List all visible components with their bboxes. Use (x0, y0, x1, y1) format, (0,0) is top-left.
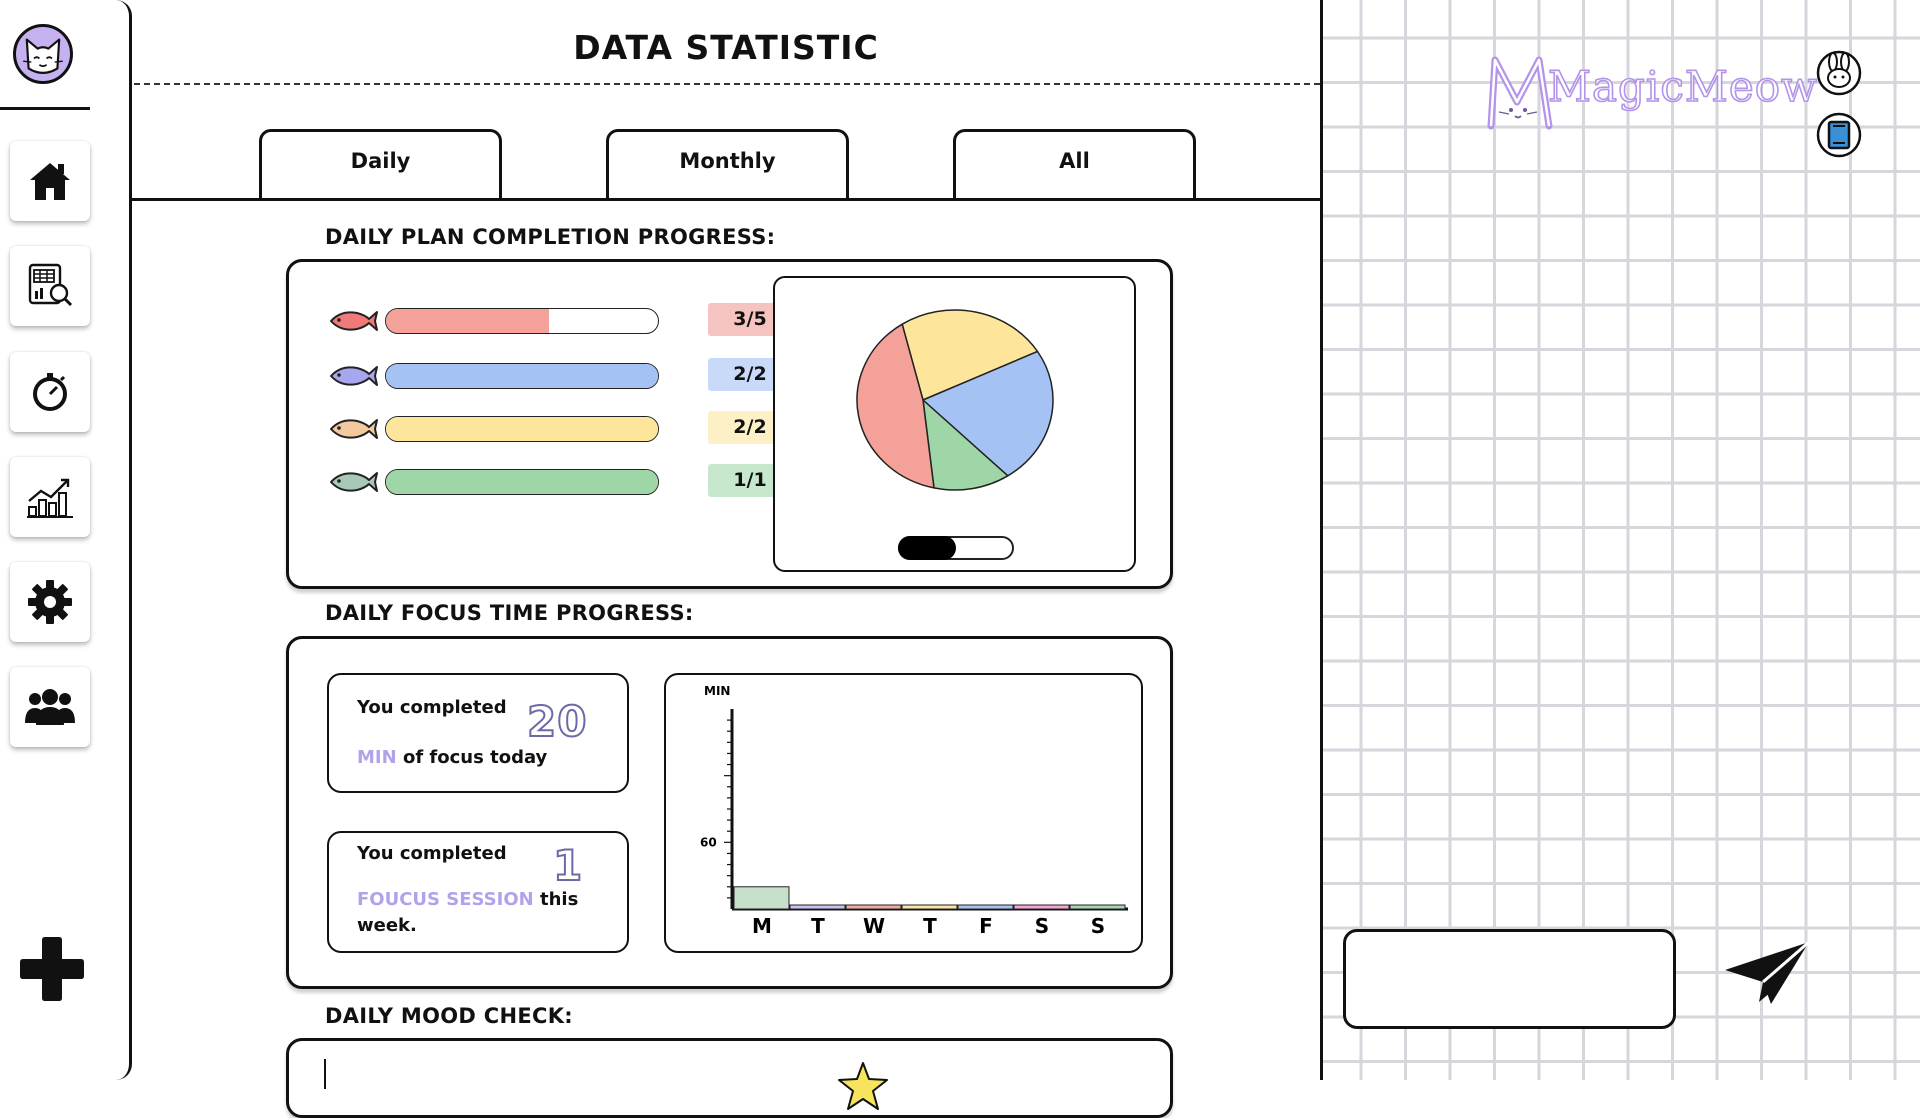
focus-week-prefix: You completed (357, 843, 507, 864)
gear-icon (28, 580, 72, 624)
assistant-panel: MagicMeow (1320, 0, 1920, 1080)
plan-progress-bar (385, 416, 659, 442)
paper-plane-icon (1725, 940, 1810, 1004)
plan-pie-panel (773, 276, 1136, 572)
plan-row: 1/1 (327, 464, 792, 497)
brand-name: MagicMeow (1547, 61, 1818, 112)
pie-toggle-knob (898, 536, 956, 560)
planner-report-icon (28, 263, 73, 307)
mood-star-icon[interactable] (837, 1061, 889, 1111)
sidebar (0, 0, 132, 1080)
sidebar-item-home[interactable] (10, 141, 90, 221)
focus-today-value: 20 (526, 696, 588, 747)
mood-text-cursor (324, 1059, 326, 1089)
bunny-icon (1816, 50, 1862, 96)
focus-bar (845, 904, 902, 910)
focus-bar (789, 904, 846, 910)
day-label: S (1035, 914, 1049, 938)
sidebar-item-settings[interactable] (10, 562, 90, 642)
plan-progress-bar (385, 363, 659, 389)
y-tick-label: 60 (700, 835, 717, 849)
sidebar-item-planner[interactable] (10, 246, 90, 326)
weekly-focus-chart-panel: MIN 60 M T W T F S S (664, 673, 1143, 953)
focus-week-unit: FOUCUS SESSION (357, 889, 534, 910)
focus-today-unit: MIN (357, 747, 397, 768)
main-panel: DATA STATISTIC Daily Monthly All DAILY P… (132, 0, 1320, 1118)
focus-progress-heading: DAILY FOCUS TIME PROGRESS: (325, 601, 694, 625)
focus-week-card: You completed 1 FOUCUS SESSION this week… (327, 831, 629, 953)
plan-progress-fill (386, 417, 658, 441)
day-label: F (979, 914, 993, 938)
focus-today-suffix: of focus today (402, 747, 548, 768)
fish-icon (327, 469, 379, 495)
plan-progress-heading: DAILY PLAN COMPLETION PROGRESS: (325, 225, 776, 249)
mood-heading: DAILY MOOD CHECK: (325, 1004, 573, 1028)
tab-all[interactable]: All (953, 129, 1196, 200)
focus-bar (957, 904, 1014, 910)
growth-chart-icon (27, 478, 73, 518)
sidebar-item-community[interactable] (10, 667, 90, 747)
plan-progress-fill (386, 470, 658, 494)
page-title: DATA STATISTIC (573, 28, 879, 67)
y-axis-label: MIN (704, 684, 730, 698)
magicmeow-logo: MagicMeow (1483, 48, 1818, 138)
send-button[interactable] (1723, 932, 1813, 1012)
fish-icon (327, 416, 379, 442)
day-label: M (752, 914, 772, 938)
fish-icon (327, 308, 379, 334)
focus-week-value: 1 (552, 840, 584, 891)
plan-progress-bar (385, 469, 659, 495)
plus-icon (20, 937, 84, 1001)
plan-progress-fill (386, 364, 658, 388)
focus-bar (1013, 904, 1070, 910)
sidebar-item-timer[interactable] (10, 352, 90, 432)
add-button[interactable] (18, 935, 86, 1003)
title-divider (134, 83, 1320, 85)
sidebar-item-statistics[interactable] (10, 457, 90, 537)
focus-bar (901, 904, 958, 910)
focus-today-card: You completed 20 MIN of focus today (327, 673, 629, 793)
cat-avatar-icon[interactable] (13, 24, 73, 84)
bunny-button[interactable] (1816, 50, 1862, 96)
plan-row: 3/5 (327, 303, 792, 336)
focus-bar (1069, 904, 1126, 910)
focus-today-prefix: You completed (357, 697, 507, 718)
focus-week-suffix-2: week. (357, 915, 417, 936)
home-icon (30, 163, 70, 200)
plan-row: 2/2 (327, 411, 792, 444)
fish-icon (327, 363, 379, 389)
stopwatch-icon (33, 373, 67, 411)
day-label: W (863, 914, 885, 938)
pie-toggle[interactable] (898, 536, 1014, 560)
day-label: T (811, 914, 825, 938)
tab-daily[interactable]: Daily (259, 129, 502, 200)
tabs-baseline (132, 198, 1320, 201)
plan-row: 2/2 (327, 358, 792, 391)
focus-progress-card: You completed 20 MIN of focus today You … (286, 636, 1173, 989)
day-label: T (923, 914, 937, 938)
mood-card (286, 1038, 1173, 1118)
plan-progress-card: 3/5 2/2 2/2 1/1 (286, 259, 1173, 589)
chat-input[interactable] (1343, 929, 1676, 1029)
focus-week-suffix: this (540, 889, 579, 910)
plan-progress-fill (386, 309, 550, 333)
focus-bar (733, 886, 790, 910)
plan-progress-bar (385, 308, 659, 334)
day-label: S (1091, 914, 1105, 938)
tab-monthly[interactable]: Monthly (606, 129, 849, 200)
weekly-focus-bar-chart: MIN 60 M T W T F S S (700, 684, 1128, 938)
book-button[interactable] (1816, 112, 1862, 158)
group-icon (25, 689, 75, 725)
sidebar-divider (0, 107, 90, 110)
plan-pie-chart (856, 309, 1054, 491)
book-icon (1816, 112, 1862, 158)
